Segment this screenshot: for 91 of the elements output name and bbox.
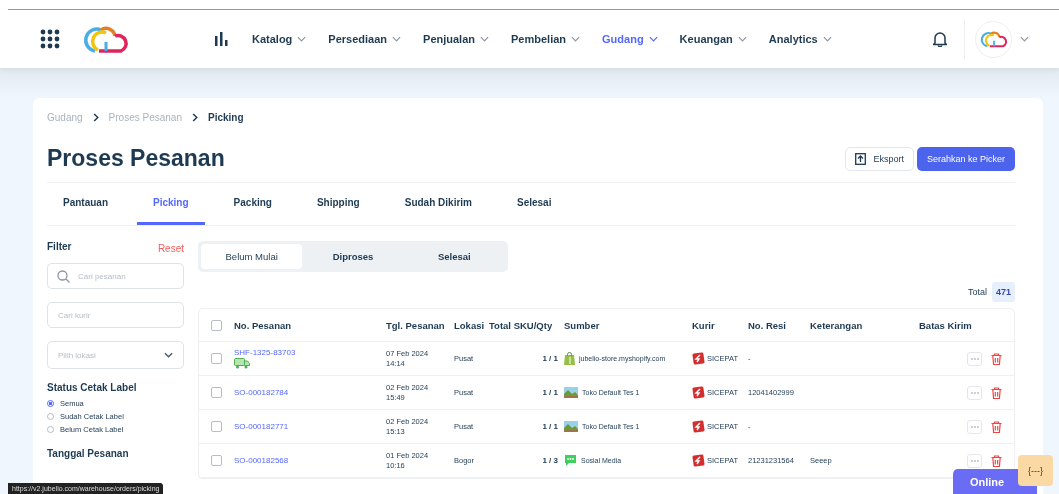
nav-menu-item[interactable]: Katalog (252, 33, 307, 45)
filter-title: Filter (47, 241, 72, 252)
section-title: Status Cetak Label (47, 382, 138, 393)
segment-tab[interactable]: Selesai (403, 244, 505, 269)
chevron-down-icon (648, 36, 658, 42)
courier-logo-icon (692, 352, 705, 365)
tab[interactable]: Shipping (300, 183, 376, 225)
courier-search-field[interactable]: Cari kurir (47, 302, 184, 328)
tab[interactable]: Packing (217, 183, 288, 225)
segment-tab[interactable]: Belum Mulai (201, 244, 303, 269)
notification-bell-icon[interactable] (933, 31, 947, 47)
chevron-down-icon (164, 352, 173, 358)
more-button[interactable] (967, 453, 982, 468)
checkbox[interactable] (211, 387, 222, 398)
column-header: Batas Kirim (919, 319, 973, 331)
order-search-field[interactable]: Cari pesanan (47, 263, 184, 289)
checkbox[interactable] (211, 353, 222, 364)
tab[interactable]: Pantauan (47, 183, 124, 225)
chevron-down-icon (822, 36, 832, 42)
total-label: Total (967, 287, 987, 297)
nav-menu-item[interactable]: Pembelian (511, 33, 581, 45)
code-widget-button[interactable]: {---} (1018, 455, 1053, 486)
location-select[interactable]: Pilih lokasi (47, 341, 184, 369)
courier-logo-icon (692, 420, 705, 433)
assign-picker-button[interactable]: Serahkan ke Picker (916, 146, 1015, 171)
column-header: No. Resi (748, 319, 787, 331)
chevron-down-icon[interactable] (1020, 36, 1029, 42)
analytics-bars-icon[interactable] (215, 32, 228, 46)
delete-trash-icon[interactable] (991, 454, 1002, 467)
order-link[interactable]: SO-000182784 (234, 388, 289, 397)
account-avatar[interactable] (975, 20, 1012, 58)
more-button[interactable] (967, 385, 982, 400)
export-button[interactable]: Eksport (845, 146, 914, 171)
chevron-down-icon (737, 36, 747, 42)
more-dots-icon (970, 459, 979, 462)
page-title: Proses Pesanan (47, 145, 225, 172)
table-cell-text: 1 / 1 (541, 422, 559, 431)
order-link[interactable]: SO-000182568 (234, 456, 289, 465)
segment-tab[interactable]: Diproses (302, 244, 404, 269)
search-icon (57, 270, 70, 283)
column-header: Kurir (692, 319, 716, 331)
nav-menu-item[interactable]: Persediaan (328, 33, 402, 45)
checkbox[interactable] (211, 421, 222, 432)
more-button[interactable] (967, 351, 982, 366)
upload-icon (855, 152, 867, 165)
table-cell-text: 1 / 3 (541, 456, 559, 465)
section-title: Tanggal Pesanan (47, 448, 130, 459)
chevron-right-icon (92, 113, 99, 122)
chevron-right-icon (192, 113, 198, 122)
more-button[interactable] (967, 419, 982, 434)
chevron-down-icon (297, 36, 307, 42)
column-header: No. Pesanan (234, 319, 293, 331)
column-header: Lokasi (454, 319, 486, 331)
tab[interactable]: Sudah Dikirim (388, 183, 488, 225)
chevron-down-icon (392, 36, 402, 42)
more-dots-icon (970, 425, 979, 428)
column-header: Sumber (564, 319, 601, 331)
chevron-down-icon (480, 36, 489, 42)
checkbox[interactable] (211, 455, 222, 466)
checkbox[interactable] (211, 319, 222, 331)
tab[interactable]: Picking (137, 183, 205, 225)
delete-trash-icon[interactable] (991, 352, 1002, 365)
chevron-down-icon (571, 36, 581, 42)
more-dots-icon (970, 357, 979, 360)
courier-logo-icon (692, 454, 705, 467)
tab[interactable]: Selesai (501, 183, 568, 225)
cloud-logo-icon[interactable] (978, 30, 1009, 48)
more-dots-icon (970, 391, 979, 394)
order-link[interactable]: SHF-1325-83703 (234, 348, 296, 357)
delete-trash-icon[interactable] (991, 420, 1002, 433)
nav-menu-item[interactable]: Penjualan (423, 33, 489, 45)
landscape-icon (564, 421, 578, 432)
total-count: 471 (991, 282, 1015, 302)
chat-bubble-icon (564, 454, 577, 467)
breadcrumb-item: Picking (208, 112, 244, 123)
courier-logo-icon (692, 386, 705, 399)
shopping-bag-icon (564, 352, 575, 365)
order-link[interactable]: SO-000182771 (234, 422, 289, 431)
delete-trash-icon[interactable] (991, 386, 1002, 399)
nav-menu-item[interactable]: Keuangan (679, 33, 747, 45)
table-cell-text: 1 / 1 (541, 388, 559, 397)
nav-menu-item[interactable]: Analytics (768, 33, 832, 45)
radio-button[interactable] (47, 400, 54, 407)
landscape-icon (564, 387, 578, 398)
apps-grid-icon[interactable] (40, 29, 60, 49)
column-header: Total SKU/Qty (489, 319, 554, 331)
column-header: Tgl. Pesanan (386, 319, 446, 331)
column-header: Keterangan (810, 319, 864, 331)
cloud-logo-icon[interactable] (81, 24, 131, 54)
table-cell-text: 1 / 1 (541, 354, 559, 363)
nav-menu-item[interactable]: Gudang (602, 33, 658, 45)
